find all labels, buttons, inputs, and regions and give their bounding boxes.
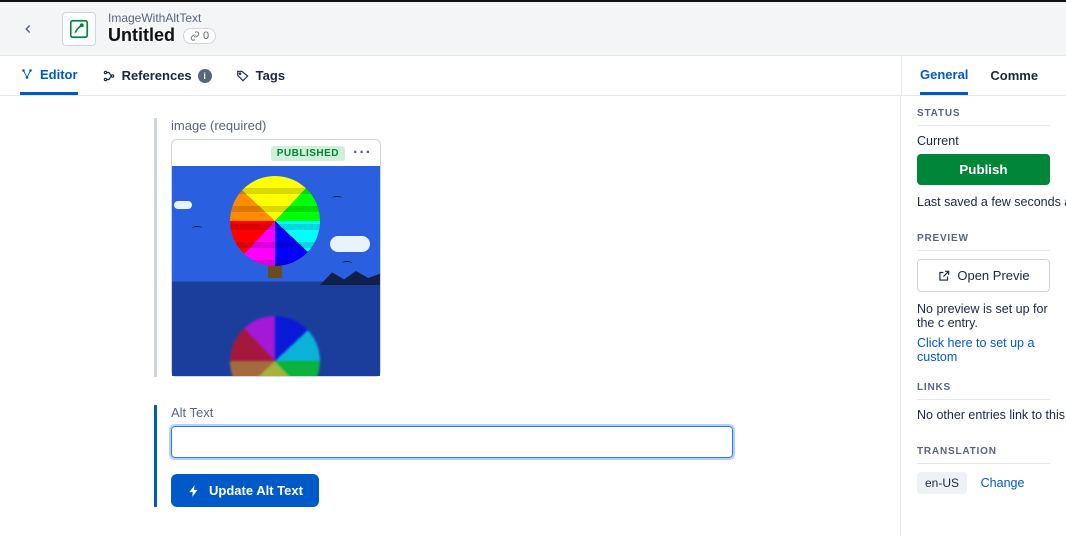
- entry-title: Untitled: [108, 25, 175, 46]
- alt-text-label: Alt Text: [171, 405, 870, 420]
- sidebar-tab-general[interactable]: General: [920, 56, 968, 95]
- no-preview-text: No preview is set up for the c entry.: [917, 302, 1050, 330]
- open-preview-label: Open Previe: [957, 268, 1029, 283]
- sidebar-tab-comments[interactable]: Comme: [990, 56, 1038, 95]
- tab-references-label: References: [122, 68, 192, 83]
- external-link-icon: [937, 269, 951, 283]
- setup-preview-link[interactable]: Click here to set up a custom: [917, 336, 1050, 364]
- status-heading: STATUS: [917, 108, 1050, 126]
- tab-editor-label: Editor: [40, 67, 78, 82]
- translation-heading: TRANSLATION: [917, 446, 1050, 464]
- publish-button[interactable]: Publish: [917, 154, 1050, 185]
- back-button[interactable]: [12, 13, 44, 45]
- references-badge-icon: i: [198, 69, 212, 83]
- tab-references[interactable]: References i: [102, 56, 212, 95]
- status-current: Current: [917, 134, 1050, 148]
- alt-text-input[interactable]: [171, 426, 733, 458]
- tab-tags[interactable]: Tags: [236, 56, 285, 95]
- tab-editor[interactable]: Editor: [20, 56, 78, 95]
- incoming-links-count: 0: [203, 30, 209, 42]
- content-type-label: ImageWithAltText: [108, 11, 216, 25]
- content-type-icon: [62, 12, 96, 46]
- links-heading: LINKS: [917, 382, 1050, 400]
- asset-menu-button[interactable]: ···: [353, 144, 372, 162]
- sidebar-tab-general-label: General: [920, 67, 968, 82]
- lightning-icon: [187, 484, 201, 498]
- preview-heading: PREVIEW: [917, 233, 1050, 251]
- update-alt-text-button[interactable]: Update Alt Text: [171, 474, 319, 507]
- change-locale-link[interactable]: Change: [981, 476, 1025, 490]
- incoming-links-pill[interactable]: 0: [183, 28, 216, 44]
- no-links-text: No other entries link to this e: [917, 408, 1050, 422]
- image-field-label: image (required): [171, 118, 870, 133]
- asset-card[interactable]: PUBLISHED ···: [171, 139, 381, 377]
- tab-tags-label: Tags: [256, 68, 285, 83]
- locale-chip: en-US: [917, 472, 967, 494]
- last-saved-text: Last saved a few seconds ago: [917, 195, 1050, 209]
- asset-status-badge: PUBLISHED: [271, 146, 345, 161]
- update-alt-text-label: Update Alt Text: [209, 483, 303, 498]
- asset-thumbnail: [172, 166, 380, 376]
- sidebar-tab-comments-label: Comme: [990, 68, 1038, 83]
- open-preview-button[interactable]: Open Previe: [917, 259, 1050, 292]
